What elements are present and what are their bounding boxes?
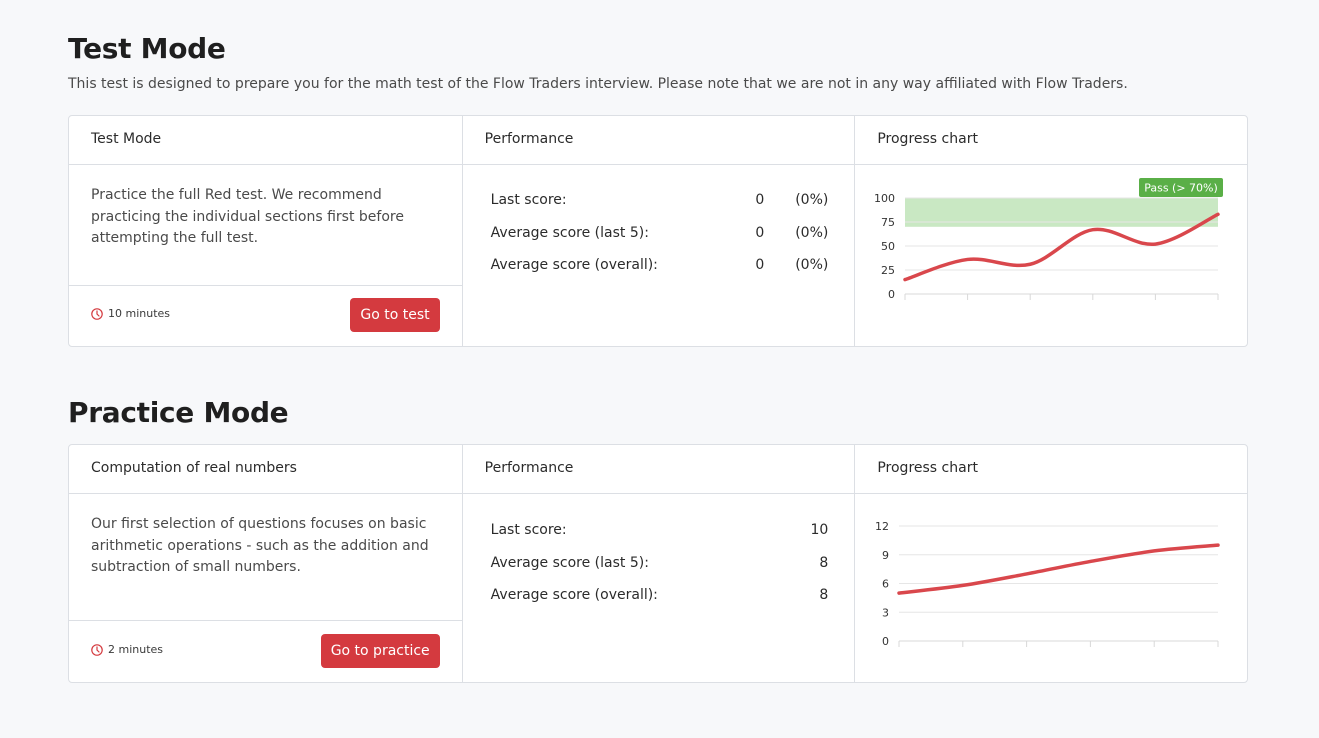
perf-label: Average score (last 5): (490, 224, 649, 241)
y-tick-label: 9 (882, 549, 889, 562)
practice-chart-column: Progress chart 0 3 6 9 12 (854, 445, 1248, 682)
perf-label: Last score: (490, 192, 567, 208)
y-tick-label: 0 (882, 635, 889, 648)
perf-label: Average score (overall): (490, 587, 658, 603)
perf-percent: (0%) (795, 224, 829, 241)
y-tick-label: 0 (888, 288, 895, 301)
perf-value: 0 (755, 257, 765, 273)
perf-row-average-overall: Average score (overall): 8 (463, 587, 855, 620)
perf-value: 0 (755, 224, 765, 241)
practice-performance-table: Last score: 10 Average score (last 5): 8… (463, 522, 855, 620)
perf-row-average-last5: Average score (last 5): 0 (0%) (463, 225, 855, 258)
perf-row-average-last5: Average score (last 5): 8 (463, 555, 855, 588)
test-duration-label: 10 minutes (108, 307, 171, 320)
practice-performance-column: Performance Last score: 10 Average score… (461, 445, 855, 682)
pass-badge-label: Pass (> 70%) (1145, 182, 1219, 195)
perf-label: Average score (last 5): (490, 554, 649, 571)
perf-value: 8 (819, 554, 829, 571)
practice-description: Our first selection of questions focuses… (91, 516, 429, 575)
perf-row-last-score: Last score: 10 (463, 522, 855, 555)
test-info-title: Test Mode (69, 116, 462, 165)
y-tick-label: 6 (882, 578, 889, 591)
test-duration: 10 minutes (91, 307, 170, 320)
practice-info-title: Computation of real numbers (69, 445, 462, 494)
practice-mode-heading: Practice Mode (68, 396, 289, 429)
series-line (897, 543, 1221, 595)
test-description: Practice the full Red test. We recommend… (91, 187, 404, 246)
perf-value: 0 (755, 192, 765, 208)
perf-label: Average score (overall): (490, 257, 658, 273)
go-to-practice-button[interactable]: Go to practice (320, 634, 440, 668)
test-mode-heading: Test Mode (68, 32, 226, 65)
test-chart-title: Progress chart (855, 116, 1248, 165)
y-tick-label: 3 (882, 606, 889, 619)
y-tick-label: 25 (881, 264, 895, 277)
test-chart-column: Progress chart 0 25 50 75 100 Pass (> 70%) (854, 116, 1248, 346)
perf-percent: (0%) (795, 192, 829, 208)
test-progress-chart: 0 25 50 75 100 Pass (> 70%) (874, 178, 1224, 301)
y-tick-label: 50 (881, 240, 895, 253)
perf-value: 8 (819, 587, 829, 603)
practice-chart-title: Progress chart (855, 445, 1248, 494)
y-tick-label: 75 (881, 216, 895, 229)
go-to-test-button[interactable]: Go to test (350, 298, 440, 332)
practice-duration: 2 minutes (91, 643, 163, 656)
practice-performance-title: Performance (462, 445, 855, 494)
perf-percent: (0%) (795, 257, 829, 273)
perf-row-last-score: Last score: 0 (0%) (463, 192, 855, 225)
practice-mode-card: Computation of real numbers Our first se… (68, 444, 1248, 683)
practice-info-column: Computation of real numbers Our first se… (69, 445, 462, 682)
perf-label: Last score: (490, 522, 567, 538)
test-performance-title: Performance (462, 116, 855, 165)
clock-icon (91, 307, 103, 320)
test-mode-subtitle: This test is designed to prepare you for… (68, 76, 1128, 92)
clock-icon (91, 643, 103, 656)
practice-duration-label: 2 minutes (108, 643, 164, 656)
practice-card-footer: 2 minutes Go to practice (69, 620, 462, 682)
test-mode-card: Test Mode Practice the full Red test. We… (68, 115, 1248, 347)
test-info-column: Test Mode Practice the full Red test. We… (69, 116, 462, 346)
y-tick-label: 100 (874, 192, 895, 205)
test-performance-column: Performance Last score: 0 (0%) Average s… (461, 116, 855, 346)
test-card-footer: 10 minutes Go to test (69, 285, 462, 346)
perf-value: 10 (810, 522, 829, 538)
y-tick-label: 12 (875, 520, 889, 533)
perf-row-average-overall: Average score (overall): 0 (0%) (463, 257, 855, 290)
practice-progress-chart: 0 3 6 9 12 (875, 520, 1221, 648)
test-performance-table: Last score: 0 (0%) Average score (last 5… (463, 192, 855, 290)
